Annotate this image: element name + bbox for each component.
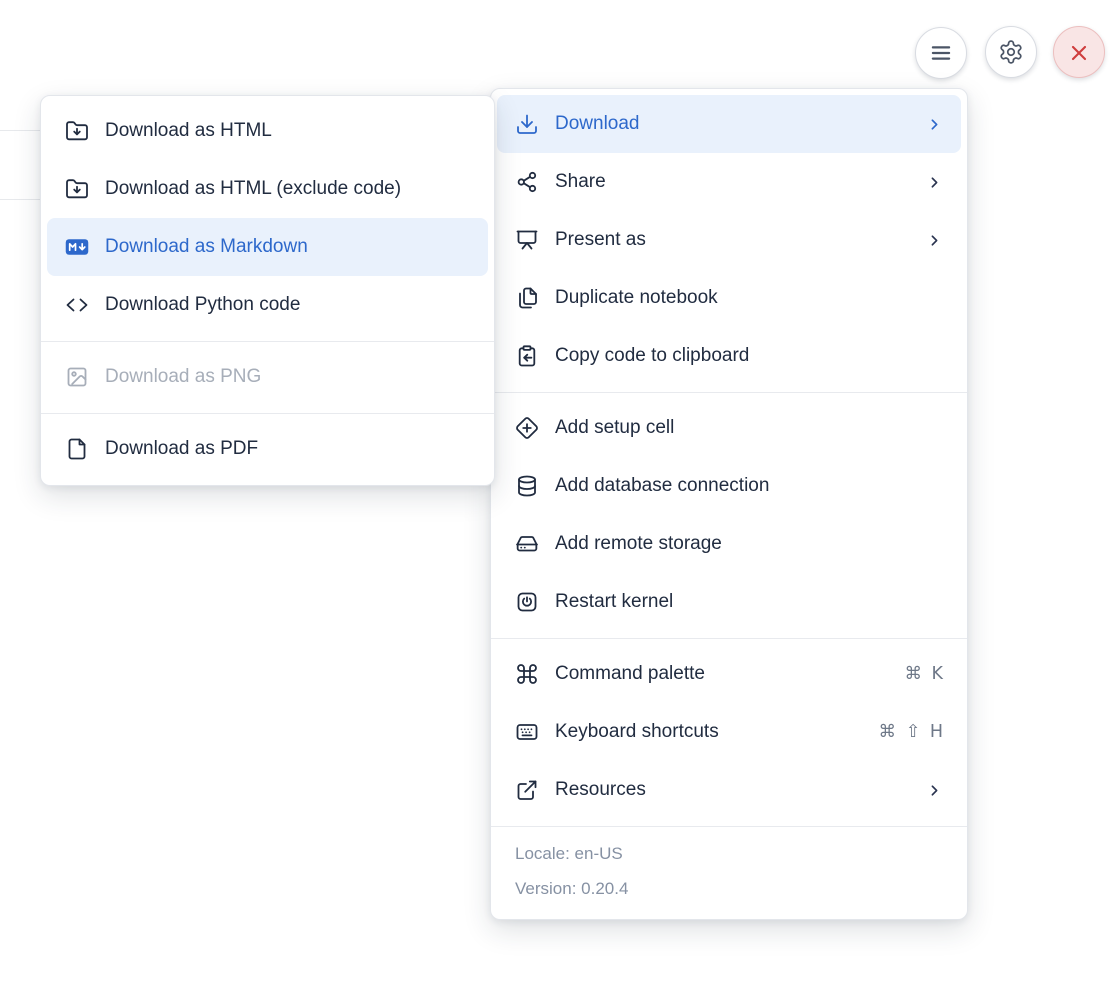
- menu-item-resources[interactable]: Resources: [497, 761, 961, 819]
- version-text: Version: 0.20.4: [515, 871, 943, 906]
- database-icon: [515, 474, 539, 498]
- page-background-line: [0, 130, 41, 131]
- menu-item-add-database-connection[interactable]: Add database connection: [497, 457, 961, 515]
- menu-item-label: Download as HTML (exclude code): [105, 178, 470, 200]
- submenu-section-image: Download as PNG: [41, 342, 494, 413]
- menu-item-add-remote-storage[interactable]: Add remote storage: [497, 515, 961, 573]
- menu-item-label: Command palette: [555, 663, 904, 685]
- chevron-right-icon: [926, 782, 943, 799]
- menu-item-label: Copy code to clipboard: [555, 345, 943, 367]
- menu-section-notebook: Download Share Present as Duplicate note…: [491, 89, 967, 392]
- menu-item-label: Download as PDF: [105, 438, 470, 460]
- menu-item-add-setup-cell[interactable]: Add setup cell: [497, 399, 961, 457]
- menu-item-label: Duplicate notebook: [555, 287, 943, 309]
- submenu-section-pdf: Download as PDF: [41, 414, 494, 485]
- menu-item-label: Share: [555, 171, 926, 193]
- submenu-item-download-python-code[interactable]: Download Python code: [47, 276, 488, 334]
- share-icon: [515, 170, 539, 194]
- hard-drive-icon: [515, 532, 539, 556]
- markdown-icon: [65, 235, 89, 259]
- menu-item-share[interactable]: Share: [497, 153, 961, 211]
- submenu-item-download-as-html-exclude-code[interactable]: Download as HTML (exclude code): [47, 160, 488, 218]
- power-icon: [515, 590, 539, 614]
- keyboard-icon: [515, 720, 539, 744]
- menu-item-label: Restart kernel: [555, 591, 943, 613]
- hamburger-icon: [928, 40, 954, 66]
- gear-icon: [998, 39, 1024, 65]
- menu-item-label: Download as HTML: [105, 120, 470, 142]
- external-link-icon: [515, 778, 539, 802]
- close-icon: [1067, 40, 1091, 64]
- menu-item-keyboard-shortcuts[interactable]: Keyboard shortcuts ⌘ ⇧ H: [497, 703, 961, 761]
- menu-item-label: Download: [555, 113, 926, 135]
- menu-section-kernel: Add setup cell Add database connection A…: [491, 393, 967, 638]
- submenu-item-download-as-pdf[interactable]: Download as PDF: [47, 420, 488, 478]
- menu-item-duplicate-notebook[interactable]: Duplicate notebook: [497, 269, 961, 327]
- file-icon: [65, 437, 89, 461]
- chevron-right-icon: [926, 116, 943, 133]
- submenu-item-download-as-markdown[interactable]: Download as Markdown: [47, 218, 488, 276]
- download-icon: [515, 112, 539, 136]
- menu-item-label: Download as PNG: [105, 366, 470, 388]
- menu-item-label: Resources: [555, 779, 926, 801]
- download-submenu: Download as HTML Download as HTML (exclu…: [40, 95, 495, 486]
- menu-item-command-palette[interactable]: Command palette ⌘ K: [497, 645, 961, 703]
- menu-item-restart-kernel[interactable]: Restart kernel: [497, 573, 961, 631]
- menu-item-label: Present as: [555, 229, 926, 251]
- image-icon: [65, 365, 89, 389]
- menu-item-label: Download Python code: [105, 294, 470, 316]
- folder-down-icon: [65, 177, 89, 201]
- presentation-icon: [515, 228, 539, 252]
- code-icon: [65, 293, 89, 317]
- menu-button[interactable]: [915, 27, 967, 79]
- shutdown-button[interactable]: [1053, 26, 1105, 78]
- shortcut-command-palette: ⌘ K: [904, 664, 943, 684]
- locale-text: Locale: en-US: [515, 836, 943, 871]
- settings-button[interactable]: [985, 26, 1037, 78]
- diamond-plus-icon: [515, 416, 539, 440]
- chevron-right-icon: [926, 174, 943, 191]
- chevron-right-icon: [926, 232, 943, 249]
- menu-item-download[interactable]: Download: [497, 95, 961, 153]
- notebook-actions-menu: Download Share Present as Duplicate note…: [490, 88, 968, 920]
- menu-item-label: Download as Markdown: [105, 236, 470, 258]
- command-icon: [515, 662, 539, 686]
- menu-section-help: Command palette ⌘ K Keyboard shortcuts ⌘…: [491, 639, 967, 826]
- menu-item-label: Add database connection: [555, 475, 943, 497]
- menu-footer: Locale: en-US Version: 0.20.4: [491, 827, 967, 919]
- shortcut-keyboard-shortcuts: ⌘ ⇧ H: [879, 722, 943, 742]
- submenu-item-download-as-html[interactable]: Download as HTML: [47, 102, 488, 160]
- menu-item-label: Keyboard shortcuts: [555, 721, 879, 743]
- menu-item-present-as[interactable]: Present as: [497, 211, 961, 269]
- submenu-item-download-as-png: Download as PNG: [47, 348, 488, 406]
- folder-down-icon: [65, 119, 89, 143]
- menu-item-copy-code[interactable]: Copy code to clipboard: [497, 327, 961, 385]
- clipboard-copy-icon: [515, 344, 539, 368]
- submenu-section-documents: Download as HTML Download as HTML (exclu…: [41, 96, 494, 341]
- menu-item-label: Add remote storage: [555, 533, 943, 555]
- page-background-line: [0, 199, 41, 200]
- duplicate-icon: [515, 286, 539, 310]
- menu-item-label: Add setup cell: [555, 417, 943, 439]
